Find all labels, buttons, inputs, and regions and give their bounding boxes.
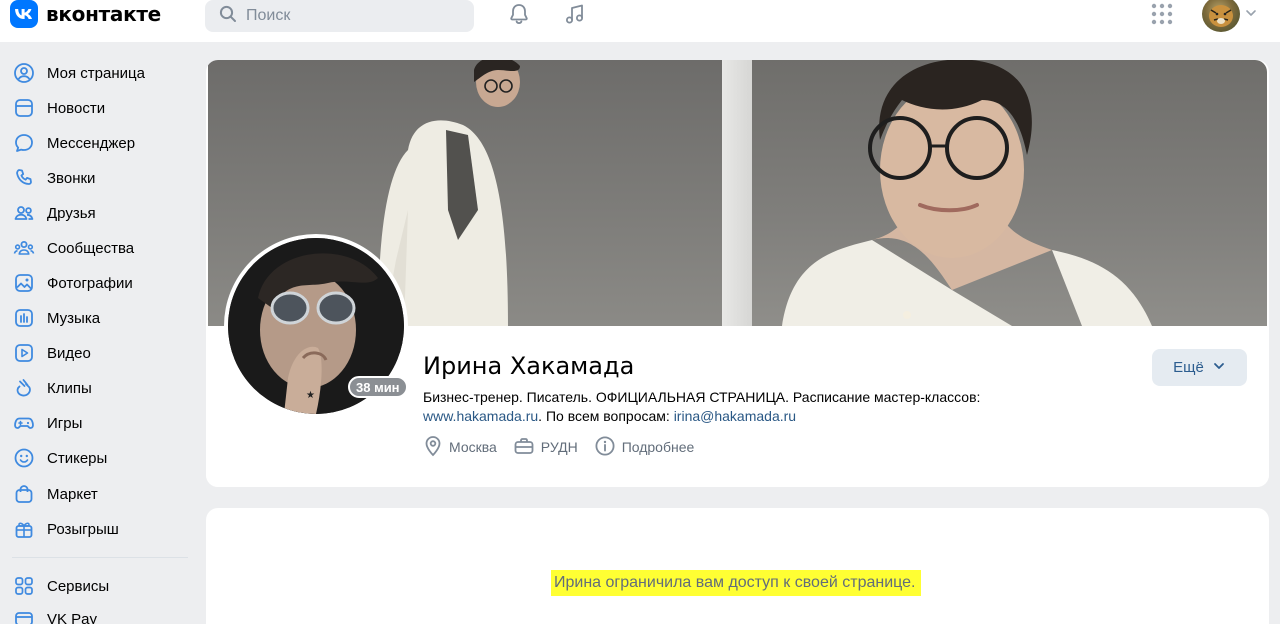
sidebar-item-label: Новости (47, 99, 106, 117)
sidebar-item-label: Сервисы (47, 577, 110, 595)
notifications-bell-icon[interactable] (507, 2, 531, 26)
bio-mid-text: . По всем вопросам: (538, 408, 674, 424)
giveaway-icon (12, 517, 36, 541)
cover-divider (722, 60, 752, 326)
sidebar-item-label: Игры (47, 414, 83, 432)
search-box[interactable] (205, 0, 474, 32)
vk-logo-icon (10, 0, 38, 28)
sidebar-item-label: Друзья (47, 204, 96, 222)
details-label: Подробнее (621, 439, 695, 455)
friends-icon (12, 201, 36, 225)
more-button-label: Ещё (1173, 359, 1204, 376)
sidebar-item-label: Сообщества (47, 239, 135, 257)
university-label: РУДН (540, 439, 578, 455)
profile-name: Ирина Хакамада (423, 352, 635, 380)
sidebar-item-communities[interactable]: Сообщества (12, 233, 134, 263)
vk-logo[interactable]: вконтакте (10, 0, 161, 28)
sidebar-item-friends[interactable]: Друзья (12, 198, 96, 228)
search-input[interactable] (246, 7, 446, 25)
sidebar-item-market[interactable]: Маркет (12, 479, 98, 509)
sidebar-item-services[interactable]: Сервисы (12, 571, 109, 601)
sidebar-item-calls[interactable]: Звонки (12, 163, 95, 193)
news-icon (12, 96, 36, 120)
sidebar-item-giveaway[interactable]: Розыгрыш (12, 514, 119, 544)
chevron-down-icon (1212, 359, 1226, 377)
music-icon (12, 306, 36, 330)
restricted-message: Ирина ограничила вам доступ к своей стра… (551, 570, 922, 596)
sidebar-item-label: Звонки (47, 169, 96, 187)
last-seen-badge: 38 мин (348, 376, 408, 398)
sidebar-item-photos[interactable]: Фотографии (12, 268, 133, 298)
sidebar-divider (12, 557, 188, 558)
music-note-icon[interactable] (563, 2, 587, 26)
info-circle-icon (594, 435, 616, 460)
profile-icon (12, 61, 36, 85)
sidebar-item-my-page[interactable]: Моя страница (12, 58, 145, 88)
bio-email-link[interactable]: irina@hakamada.ru (674, 408, 796, 424)
sidebar-item-label: Мессенджер (47, 134, 136, 152)
sidebar-item-vkpay[interactable]: VK Pay (12, 604, 97, 624)
clips-icon (12, 376, 36, 400)
market-icon (12, 482, 36, 506)
top-bar: вконтакте (0, 0, 1280, 42)
messenger-icon (12, 131, 36, 155)
svg-text:★: ★ (306, 390, 315, 401)
city-label: Москва (449, 439, 497, 455)
sidebar-item-label: Фотографии (47, 274, 133, 292)
vkpay-icon (12, 607, 36, 624)
bio-site-link[interactable]: www.hakamada.ru (423, 408, 538, 424)
sidebar-item-music[interactable]: Музыка (12, 303, 100, 333)
sidebar-item-messenger[interactable]: Мессенджер (12, 128, 135, 158)
search-icon (219, 5, 237, 28)
phone-icon (12, 166, 36, 190)
vk-logo-text: вконтакте (46, 2, 161, 26)
sidebar-item-games[interactable]: Игры (12, 408, 82, 438)
video-icon (12, 341, 36, 365)
sidebar-item-video[interactable]: Видео (12, 338, 91, 368)
profile-meta: Москва РУДН Подробнее (423, 435, 694, 459)
photos-icon (12, 271, 36, 295)
apps-grid-icon[interactable] (1150, 2, 1174, 26)
sidebar-item-label: VK Pay (47, 610, 98, 624)
chevron-down-icon[interactable] (1244, 6, 1258, 20)
sidebar-item-news[interactable]: Новости (12, 93, 105, 123)
meta-details[interactable]: Подробнее (594, 435, 695, 460)
sidebar-item-label: Видео (47, 344, 91, 362)
sidebar-item-label: Моя страница (47, 64, 145, 82)
sidebar-item-label: Розыгрыш (47, 520, 119, 538)
sidebar-item-label: Стикеры (47, 449, 108, 467)
bio-text: Бизнес-тренер. Писатель. ОФИЦИАЛЬНАЯ СТР… (423, 389, 981, 405)
meta-university[interactable]: РУДН (513, 436, 578, 459)
sidebar-item-label: Клипы (47, 379, 92, 397)
location-pin-icon (423, 435, 443, 460)
more-button[interactable]: Ещё (1152, 349, 1247, 386)
sidebar-item-stickers[interactable]: Стикеры (12, 443, 107, 473)
services-icon (12, 574, 36, 598)
games-icon (12, 411, 36, 435)
stickers-icon (12, 446, 36, 470)
profile-bio: Бизнес-тренер. Писатель. ОФИЦИАЛЬНАЯ СТР… (423, 388, 1043, 426)
restricted-card (206, 508, 1269, 624)
briefcase-icon (513, 436, 535, 459)
meta-city[interactable]: Москва (423, 435, 497, 460)
user-avatar[interactable] (1202, 0, 1240, 32)
communities-icon (12, 236, 36, 260)
sidebar-item-clips[interactable]: Клипы (12, 373, 92, 403)
sidebar-item-label: Маркет (47, 485, 98, 503)
cover-photo-right[interactable] (752, 60, 1267, 326)
sidebar-item-label: Музыка (47, 309, 101, 327)
